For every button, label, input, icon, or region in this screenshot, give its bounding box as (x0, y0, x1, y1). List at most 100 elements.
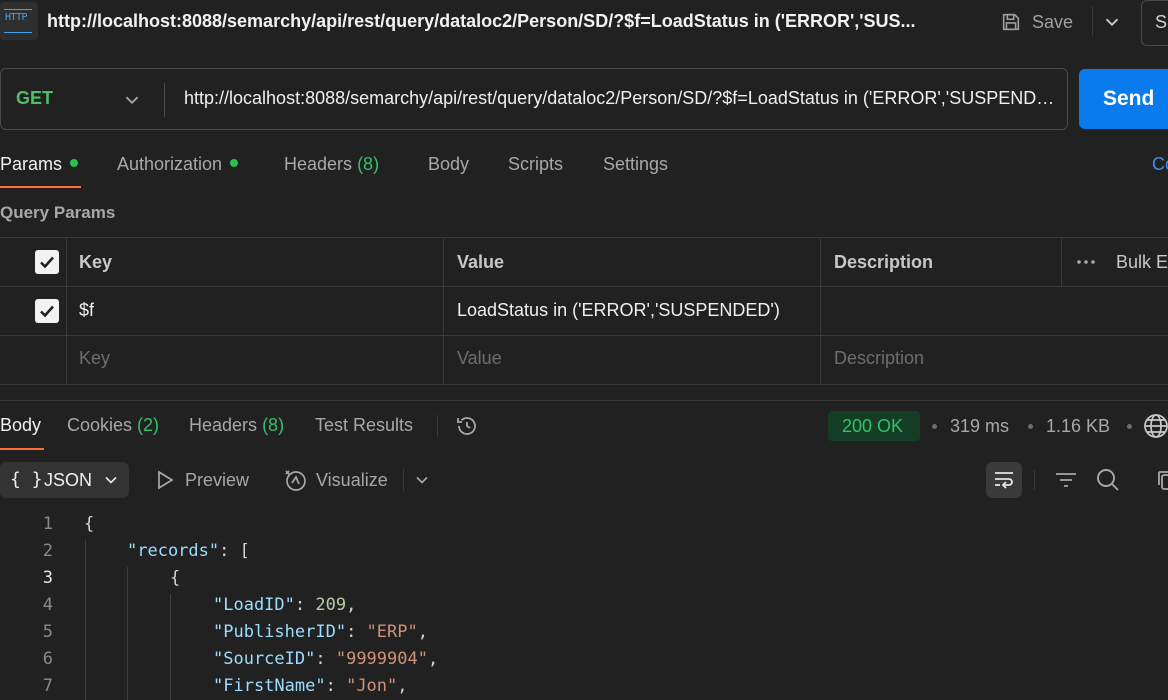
select-all-checkbox[interactable] (35, 250, 59, 274)
response-tab-body[interactable]: Body (0, 415, 41, 436)
copy-icon[interactable] (1155, 468, 1168, 492)
separator-dot (1028, 424, 1033, 429)
tab-scripts[interactable]: Scripts (508, 154, 563, 175)
visualize-button[interactable]: Visualize (316, 470, 388, 491)
preview-button[interactable]: Preview (185, 470, 249, 491)
save-button[interactable]: Save (1000, 6, 1073, 38)
json-number: 209 (315, 595, 347, 615)
divider (0, 384, 1168, 385)
tab-label: Settings (603, 154, 669, 174)
indent-guide (127, 567, 128, 700)
http-icon: HTTP (0, 2, 38, 40)
chevron-down-icon (105, 476, 117, 484)
tab-label: Body (0, 415, 42, 435)
braces-icon: { } (10, 469, 43, 490)
indent-guide (170, 594, 171, 700)
tab-body[interactable]: Body (428, 154, 469, 175)
response-size[interactable]: 1.16 KB (1046, 416, 1110, 437)
visualize-icon (285, 470, 306, 491)
json-key: "LoadID" (213, 595, 295, 615)
code-line: "SourceID": "9999904", (213, 649, 438, 669)
new-value-input[interactable]: Value (457, 348, 502, 369)
line-number: 4 (42, 595, 53, 615)
divider (0, 400, 1168, 401)
tab-label: Scripts (508, 154, 564, 174)
tab-params[interactable]: Params (0, 154, 79, 175)
response-tab-test-results[interactable]: Test Results (315, 415, 413, 436)
request-tab-title[interactable]: http://localhost:8088/semarchy/api/rest/… (47, 11, 916, 32)
method-select[interactable]: GET (16, 88, 53, 109)
param-row-checkbox[interactable] (35, 299, 59, 323)
wrap-lines-button[interactable] (986, 462, 1022, 498)
url-input[interactable]: http://localhost:8088/semarchy/api/rest/… (184, 88, 1056, 109)
divider (0, 335, 1168, 336)
param-key-cell[interactable]: $f (79, 300, 94, 321)
response-body-editor[interactable]: 1 2 3 4 5 6 7 { "records": [ { "LoadID":… (0, 510, 1168, 700)
json-colon: : (219, 541, 240, 561)
query-params-table: Key Value Description Bulk E $f LoadStat… (0, 237, 1168, 385)
new-description-input[interactable]: Description (834, 348, 924, 369)
json-colon: : (346, 622, 367, 642)
top-bar: HTTP http://localhost:8088/semarchy/api/… (0, 0, 1168, 46)
param-value-cell[interactable]: LoadStatus in ('ERROR','SUSPENDED') (457, 300, 780, 321)
tab-label: Headers (189, 415, 258, 435)
json-key: "records" (127, 541, 220, 561)
divider (1034, 470, 1035, 490)
status-dot (230, 159, 239, 167)
line-number: 5 (42, 622, 53, 642)
line-number: 6 (42, 649, 53, 669)
format-select[interactable]: { } JSON (0, 462, 129, 498)
separator-dot (1127, 424, 1132, 429)
chevron-down-icon[interactable] (121, 89, 143, 111)
active-tab-indicator (0, 448, 44, 450)
tab-label: Body (428, 154, 470, 174)
response-time[interactable]: 319 ms (950, 416, 1009, 437)
bulk-edit-link[interactable]: Bulk E (1116, 252, 1168, 273)
json-string: "ERP" (366, 622, 418, 642)
save-icon (1002, 13, 1020, 31)
line-number: 2 (42, 541, 53, 561)
json-colon: : (325, 676, 347, 696)
divider (0, 286, 1168, 287)
globe-icon[interactable] (1143, 413, 1168, 439)
save-label: Save (1032, 11, 1074, 32)
json-comma: , (427, 649, 439, 669)
response-tab-headers[interactable]: Headers (8) (189, 415, 284, 436)
status-badge[interactable]: 200 OK (828, 411, 920, 441)
search-icon[interactable] (1095, 467, 1121, 493)
line-number: 1 (42, 514, 53, 534)
response-tab-cookies[interactable]: Cookies (2) (67, 415, 159, 436)
cookies-link[interactable]: Co (1152, 154, 1168, 175)
chevron-down-icon[interactable] (1101, 11, 1123, 33)
json-string: "Jon" (346, 676, 398, 696)
divider (0, 237, 1168, 238)
divider (443, 237, 444, 385)
chevron-down-icon[interactable] (412, 470, 432, 490)
divider (1092, 6, 1093, 36)
tab-authorization[interactable]: Authorization (117, 154, 239, 175)
code-line: "FirstName": "Jon", (213, 676, 408, 696)
new-key-input[interactable]: Key (79, 348, 110, 369)
send-button[interactable]: Send (1079, 69, 1168, 129)
code-line: "PublisherID": "ERP", (213, 622, 428, 642)
json-key: "PublisherID" (213, 622, 347, 642)
column-header-value: Value (457, 252, 505, 272)
tab-headers[interactable]: Headers (8) (284, 154, 379, 175)
tab-settings[interactable]: Settings (603, 154, 668, 175)
indent-guide (85, 540, 86, 700)
history-icon[interactable] (455, 414, 479, 438)
filter-icon[interactable] (1054, 468, 1078, 492)
divider (1061, 237, 1062, 286)
json-string: "9999904" (335, 649, 428, 669)
tab-count: (2) (137, 415, 160, 435)
share-label: S (1155, 12, 1168, 32)
json-key: "SourceID" (213, 649, 316, 669)
tab-label: Headers (284, 154, 353, 174)
active-tab-indicator (0, 186, 81, 188)
json-key: "FirstName" (213, 676, 326, 696)
status-dot (70, 159, 79, 167)
brace: { (170, 568, 181, 588)
share-button[interactable]: S (1141, 0, 1168, 46)
divider (403, 469, 404, 491)
more-icon[interactable] (1076, 258, 1096, 266)
